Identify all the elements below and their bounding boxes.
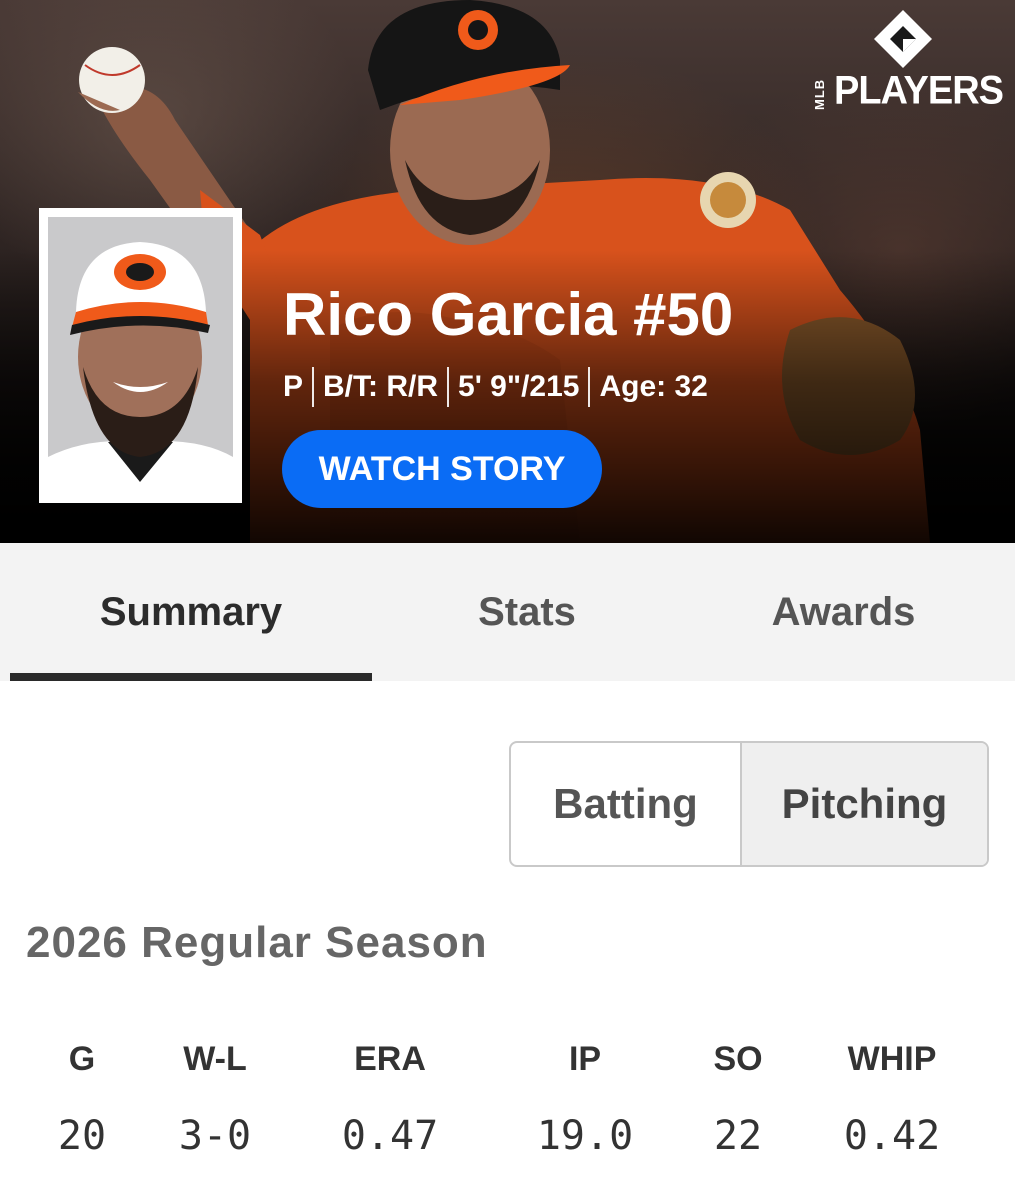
meta-divider <box>447 367 450 407</box>
player-name: Rico Garcia #50 <box>283 281 734 348</box>
meta-divider <box>312 367 315 407</box>
stat-header-so: SO <box>713 1040 763 1078</box>
player-headshot <box>39 208 242 503</box>
player-age: Age: 32 <box>599 370 708 403</box>
stat-value-era: 0.47 <box>341 1113 439 1159</box>
headshot-photo <box>48 217 233 494</box>
stat-header-whip: WHIP <box>847 1040 937 1078</box>
pitching-toggle-button[interactable]: Pitching <box>742 743 987 865</box>
tab-awards[interactable]: Awards <box>682 543 1005 681</box>
stat-value-ip: 19.0 <box>536 1113 634 1159</box>
active-tab-indicator <box>10 673 372 681</box>
player-position: P <box>283 370 304 403</box>
mlb-players-logo: MLB PLAYERS <box>812 8 1004 113</box>
stat-header-wl: W-L <box>183 1040 247 1078</box>
players-wordmark: PLAYERS <box>834 68 1004 114</box>
stat-header-ip: IP <box>568 1040 602 1078</box>
tab-summary[interactable]: Summary <box>10 543 372 681</box>
tab-bar: Summary Stats Awards <box>0 543 1015 681</box>
stat-header-era: ERA <box>354 1040 426 1078</box>
player-hero: MLB PLAYERS Rico Garcia #50 P B/T: R/R 5… <box>0 0 1015 543</box>
batting-toggle-button[interactable]: Batting <box>511 743 742 865</box>
stat-value-so: 22 <box>713 1113 763 1159</box>
player-bats-throws: B/T: R/R <box>323 370 439 403</box>
stat-value-whip: 0.42 <box>843 1113 941 1159</box>
season-title: 2026 Regular Season <box>26 918 488 967</box>
stat-type-toggle: Batting Pitching <box>509 741 989 867</box>
diamond-logo-icon <box>874 10 932 68</box>
tab-stats[interactable]: Stats <box>372 543 682 681</box>
stat-value-wl: 3-0 <box>178 1113 252 1159</box>
watch-story-button[interactable]: WATCH STORY <box>282 430 602 508</box>
player-meta: P B/T: R/R 5' 9"/215 Age: 32 <box>283 367 708 407</box>
meta-divider <box>588 367 591 407</box>
player-height-weight: 5' 9"/215 <box>458 370 580 403</box>
